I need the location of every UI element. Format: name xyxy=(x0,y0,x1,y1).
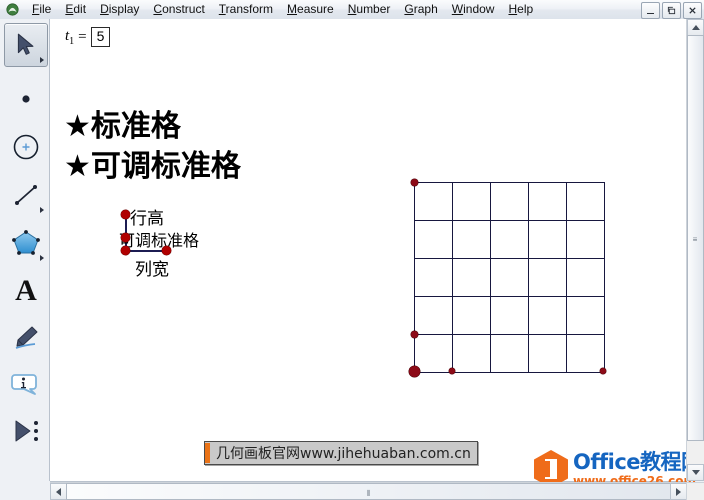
text-a-icon: A xyxy=(15,274,37,307)
office-watermark-title: Office教程网 xyxy=(573,449,702,474)
label-adjustable-grid[interactable]: 可调标准格 xyxy=(119,227,199,251)
heading-adjustable-grid[interactable]: ★可调标准格 xyxy=(64,141,241,185)
flyout-arrow-icon[interactable] xyxy=(40,207,44,213)
grid-point-top-left[interactable] xyxy=(410,178,418,186)
label-column-width[interactable]: 列宽 xyxy=(135,255,169,280)
play-dots-icon xyxy=(15,420,38,442)
scroll-down-button[interactable] xyxy=(687,464,704,481)
horizontal-scroll-thumb[interactable]: ⦀ xyxy=(66,483,672,500)
grid-line-horizontal[interactable] xyxy=(414,182,605,183)
horizontal-scrollbar[interactable]: ⦀ xyxy=(50,482,687,500)
parameter-equals: = xyxy=(78,28,87,45)
control-point-row-height-bottom[interactable] xyxy=(121,246,130,255)
grid-line-vertical[interactable] xyxy=(604,182,605,373)
menu-item-measure[interactable]: Measure xyxy=(280,1,341,19)
grid-point-bottom-left[interactable] xyxy=(408,365,420,377)
chevron-left-icon xyxy=(56,487,61,496)
menu-item-edit[interactable]: Edit xyxy=(58,1,93,19)
point-icon xyxy=(22,95,30,103)
menu-item-number[interactable]: Number xyxy=(341,1,398,19)
information-tool[interactable] xyxy=(4,362,48,406)
grid-line-horizontal[interactable] xyxy=(414,334,605,335)
close-button[interactable] xyxy=(683,2,702,19)
scrollbar-corner xyxy=(686,482,704,500)
circle-icon xyxy=(13,134,39,160)
menu-item-transform[interactable]: Transform xyxy=(212,1,280,19)
chevron-right-icon xyxy=(676,487,681,496)
menu-item-list: File Edit Display Construct Transform Measure… xyxy=(25,0,540,19)
scroll-right-button[interactable] xyxy=(670,483,687,500)
tool-palette: A xyxy=(0,19,50,481)
menu-item-graph[interactable]: Graph xyxy=(397,1,444,19)
chevron-down-icon xyxy=(691,470,700,475)
compass-circle-tool[interactable] xyxy=(4,125,48,169)
grid-line-horizontal[interactable] xyxy=(414,372,605,373)
scroll-thumb-grip: ≡ xyxy=(692,235,699,244)
menu-item-display[interactable]: Display xyxy=(93,1,146,19)
window-controls xyxy=(641,2,702,19)
grid-line-vertical[interactable] xyxy=(452,182,453,373)
minimize-button[interactable] xyxy=(641,2,660,19)
control-point-column-width[interactable] xyxy=(162,246,171,255)
straightedge-tool[interactable] xyxy=(4,173,48,217)
info-bubble-icon xyxy=(11,374,37,395)
menu-item-file[interactable]: File xyxy=(25,1,58,19)
point-tool[interactable] xyxy=(4,77,48,121)
watermark-text: 几何画板官网www.jihehuaban.com.cn xyxy=(216,446,471,462)
restore-button[interactable] xyxy=(662,2,681,19)
menu-bar: File Edit Display Construct Transform Measure… xyxy=(0,0,704,20)
menu-item-help[interactable]: Help xyxy=(501,1,540,19)
site-watermark-bar: 几何画板官网www.jihehuaban.com.cn xyxy=(204,441,478,465)
scroll-up-button[interactable] xyxy=(687,19,704,36)
parameter-t1[interactable]: t1 = 5 xyxy=(65,27,111,47)
standard-grid-figure[interactable] xyxy=(408,178,608,377)
menu-item-construct[interactable]: Construct xyxy=(146,1,211,19)
flyout-arrow-icon[interactable] xyxy=(40,57,44,63)
flyout-arrow-icon[interactable] xyxy=(40,255,44,261)
vertical-scroll-thumb[interactable]: ≡ xyxy=(687,35,704,441)
custom-tool[interactable] xyxy=(4,409,48,453)
sketch-canvas[interactable]: t1 = 5 ★标准格 ★可调标准格 行高 可调标准格 列宽 几何画板官网www… xyxy=(50,19,687,482)
scroll-thumb-grip: ⦀ xyxy=(366,488,372,498)
grid-line-horizontal[interactable] xyxy=(414,258,605,259)
polygon-tool[interactable] xyxy=(4,221,48,265)
arrow-icon xyxy=(17,33,34,55)
vertical-scrollbar[interactable]: ≡ xyxy=(686,19,704,481)
control-point-row-height-top[interactable] xyxy=(121,210,130,219)
grid-line-horizontal[interactable] xyxy=(414,220,605,221)
grid-line-vertical[interactable] xyxy=(414,182,415,373)
sketchpad-window: File Edit Display Construct Transform Measure… xyxy=(0,0,704,500)
chevron-up-icon xyxy=(691,25,700,30)
scroll-left-button[interactable] xyxy=(50,483,67,500)
polygon-icon xyxy=(12,230,40,255)
grid-point-bottom-inner[interactable] xyxy=(449,368,455,374)
marker-pen-icon xyxy=(15,326,38,349)
label-row-height[interactable]: 行高 xyxy=(130,204,164,229)
grid-line-horizontal[interactable] xyxy=(414,296,605,297)
grid-line-vertical[interactable] xyxy=(566,182,567,373)
grid-point-bottom-right[interactable] xyxy=(600,368,606,374)
parameter-name: t1 xyxy=(65,27,75,47)
marker-tool[interactable] xyxy=(4,315,48,359)
menu-item-window[interactable]: Window xyxy=(445,1,502,19)
sketchpad-logo-icon xyxy=(3,0,21,19)
grid-line-vertical[interactable] xyxy=(490,182,491,373)
heading-standard-grid[interactable]: ★标准格 xyxy=(64,101,181,145)
control-point-origin[interactable] xyxy=(121,233,130,242)
grid-line-vertical[interactable] xyxy=(528,182,529,373)
parameter-value[interactable]: 5 xyxy=(90,27,111,47)
text-tool[interactable]: A xyxy=(4,269,48,313)
arrow-select-tool[interactable] xyxy=(4,23,48,67)
segment-icon xyxy=(15,185,37,205)
grid-point-left-mid[interactable] xyxy=(410,330,418,338)
